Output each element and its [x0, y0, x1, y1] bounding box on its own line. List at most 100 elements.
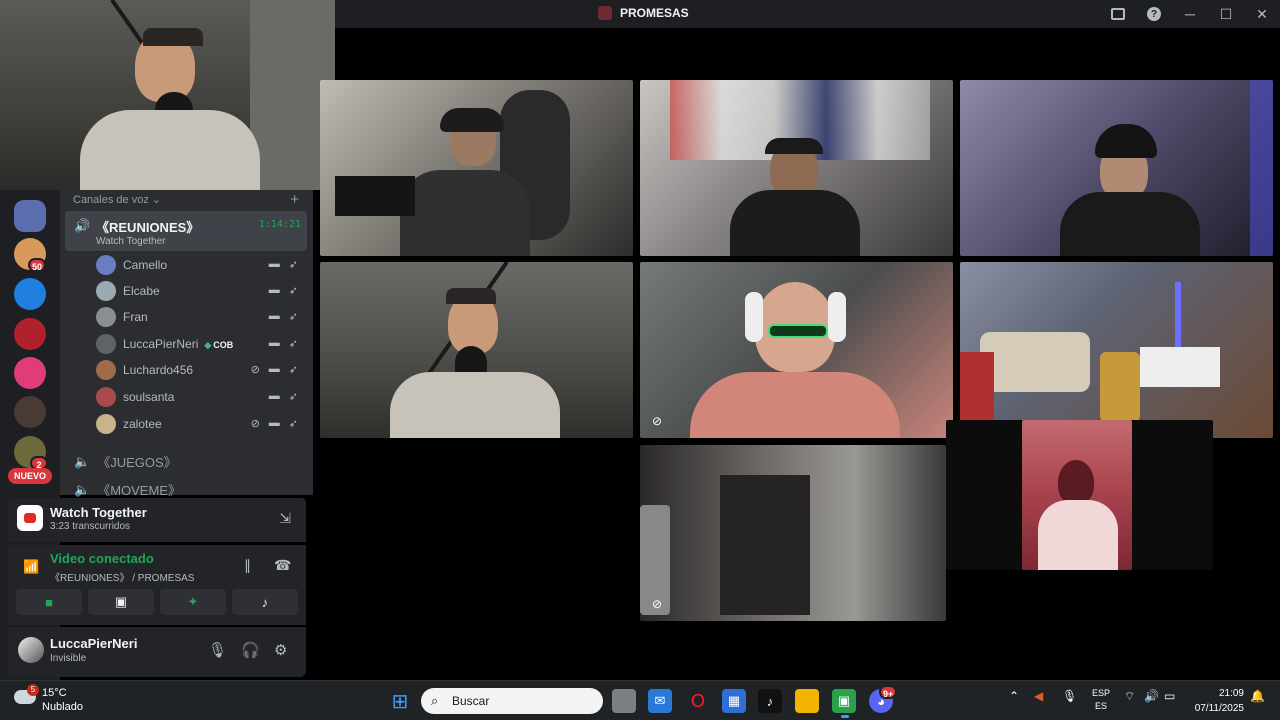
channel-activity: Watch Together: [96, 236, 166, 247]
voice-member[interactable]: Luchardo456 ⊘ ▬ ➶: [96, 358, 306, 382]
voice-location[interactable]: 《REUNIONES》 / PROMESAS: [50, 569, 194, 584]
deafened-icon: ⊘: [250, 364, 260, 376]
notification-bell-icon[interactable]: 🔔: [1250, 689, 1265, 703]
search-box[interactable]: ⌕ Buscar: [421, 688, 603, 714]
speaker-icon: 🔊: [74, 218, 91, 233]
clan-icon: ◆: [204, 340, 212, 350]
speaker-icon: 🔈: [74, 481, 91, 497]
app-icon[interactable]: ▣: [832, 689, 856, 713]
server-icon[interactable]: [14, 278, 46, 310]
server-icon[interactable]: [14, 396, 46, 428]
chevron-up-icon[interactable]: ⌃: [1009, 689, 1019, 703]
activities-button[interactable]: ✦: [160, 589, 226, 615]
avatar[interactable]: [18, 637, 44, 663]
voice-member[interactable]: Elcabe ▬ ➶: [96, 279, 306, 303]
voice-channel[interactable]: 🔈 《MOVEME》: [74, 480, 181, 499]
voice-channel-active[interactable]: 🔊 《REUNIONES》 Watch Together 1:14:21: [65, 211, 307, 251]
task-view-icon[interactable]: [612, 689, 636, 713]
leave-activity-icon[interactable]: ⇲: [279, 510, 291, 527]
user-name[interactable]: LuccaPierNeri: [50, 636, 137, 651]
avatar: [96, 360, 116, 380]
member-name: Fran: [123, 310, 148, 324]
help-icon[interactable]: ?: [1147, 7, 1161, 21]
voice-channel[interactable]: 🔈 《JUEGOS》: [74, 452, 177, 471]
battery-icon[interactable]: ▭: [1164, 689, 1175, 703]
clock-date: 07/11/2025: [1194, 703, 1244, 714]
video-tile[interactable]: [640, 80, 953, 256]
activity-panel[interactable]: Watch Together 3:23 transcurridos ⇲: [8, 498, 306, 542]
rocket-icon: ➶: [288, 285, 298, 297]
voice-member[interactable]: soulsanta ▬ ➶: [96, 385, 306, 409]
server-icon[interactable]: [14, 357, 46, 389]
soundboard-button[interactable]: ♪: [232, 589, 298, 615]
video-tile[interactable]: [960, 80, 1273, 256]
member-name: soulsanta: [123, 390, 175, 404]
tiktok-icon[interactable]: ♪: [758, 689, 782, 713]
voice-member[interactable]: zalotee ⊘ ▬ ➶: [96, 412, 306, 436]
store-icon[interactable]: ▦: [722, 689, 746, 713]
video-tile[interactable]: ⊘: [640, 262, 953, 438]
camera-icon: ▬: [268, 310, 280, 322]
close-button[interactable]: ✕: [1244, 0, 1280, 28]
server-icon[interactable]: [14, 318, 46, 350]
maximize-button[interactable]: ☐: [1208, 0, 1244, 28]
voice-member[interactable]: Fran ▬ ➶: [96, 305, 306, 329]
muted-mic-icon: ⊘: [652, 597, 663, 611]
minimize-button[interactable]: ─: [1172, 0, 1208, 28]
opera-gx-icon[interactable]: O: [686, 689, 710, 713]
inbox-icon[interactable]: [1111, 8, 1125, 20]
channel-list: Canales de voz ⌄ + 🔊 《REUNIONES》 Watch T…: [60, 190, 313, 498]
microphone-icon[interactable]: 🎙: [208, 641, 227, 659]
camera-icon: ▬: [268, 390, 280, 402]
rocket-icon: ➶: [288, 418, 298, 430]
camera-icon: ▬: [268, 417, 280, 429]
window-title-text: PROMESAS: [620, 6, 689, 20]
video-tile[interactable]: [1022, 420, 1132, 570]
avatar: [96, 414, 116, 434]
language-indicator[interactable]: ESP ES: [1092, 687, 1110, 713]
lang-top: ESP: [1092, 688, 1111, 698]
windows-start-icon[interactable]: ⊞: [388, 689, 412, 713]
outlook-icon[interactable]: ✉: [648, 689, 672, 713]
camera-icon: ▬: [268, 284, 280, 296]
activity-elapsed: 3:23 transcurridos: [50, 521, 131, 532]
server-icon[interactable]: [14, 200, 46, 232]
noise-suppression-icon[interactable]: ∥: [244, 557, 251, 574]
video-tile[interactable]: [320, 80, 633, 256]
volume-icon[interactable]: 🔊: [1144, 689, 1159, 703]
settings-gear-icon[interactable]: ⚙: [274, 641, 287, 659]
wifi-icon[interactable]: ⌔: [1124, 689, 1135, 704]
disconnect-icon[interactable]: ☎: [274, 557, 291, 574]
deafened-icon: ⊘: [250, 418, 260, 430]
member-name: Luchardo456: [123, 363, 194, 377]
weather-badge: 5: [27, 684, 39, 696]
rocket-icon: ➶: [288, 311, 298, 323]
voice-category-header[interactable]: Canales de voz ⌄: [73, 193, 161, 206]
popout-webcam-video[interactable]: [0, 0, 335, 190]
tray-app-icon[interactable]: ◀: [1034, 689, 1043, 703]
voice-member[interactable]: LuccaPierNeri ◆ COB ▬ ➶: [96, 332, 306, 356]
search-icon: ⌕: [431, 693, 439, 708]
member-name: Camello: [123, 258, 168, 272]
microphone-icon[interactable]: 🎙: [1062, 689, 1077, 703]
signal-icon[interactable]: 📶: [23, 559, 39, 575]
window-controls: ? ─ ☐ ✕: [1100, 0, 1280, 28]
video-tile[interactable]: ⊘: [640, 445, 946, 621]
rocket-icon: ➶: [288, 391, 298, 403]
discord-badge: 9+: [879, 685, 898, 699]
clock[interactable]: 21:09 07/11/2025: [1195, 686, 1244, 716]
headphones-icon[interactable]: 🎧: [241, 641, 260, 659]
weather-temp: 15°C: [42, 687, 67, 699]
taskbar: 5 15°C Nublado ⊞ ⌕ Buscar ✉ O ▦ ♪ ▣ ◕ 9+…: [0, 680, 1280, 720]
screen-share-button[interactable]: ▣: [88, 589, 154, 615]
add-channel-icon[interactable]: +: [290, 191, 299, 208]
voice-member[interactable]: Camello ▬ ➶: [96, 253, 306, 277]
avatar: [96, 307, 116, 327]
file-explorer-icon[interactable]: [795, 689, 819, 713]
camera-button[interactable]: ■: [16, 589, 82, 615]
voice-status[interactable]: Video conectado: [50, 551, 154, 566]
server-icon: [598, 6, 612, 20]
video-tile[interactable]: [960, 262, 1273, 438]
video-tile[interactable]: [320, 262, 633, 438]
rocket-icon: ➶: [288, 338, 298, 350]
